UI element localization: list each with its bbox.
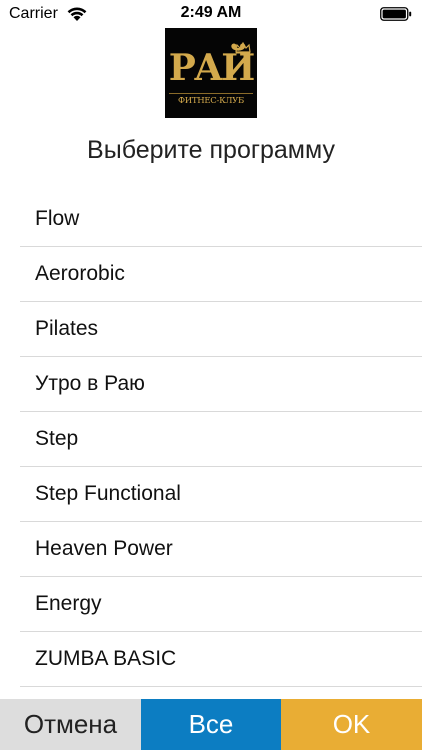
program-item-morning-in-paradise[interactable]: Утро в Раю [20, 357, 422, 412]
program-item-flow[interactable]: Flow [20, 192, 422, 247]
logo-word: РАЙ [168, 47, 255, 89]
program-item-aerorobic[interactable]: Aerorobic [20, 247, 422, 302]
program-item-heaven-power[interactable]: Heaven Power [20, 522, 422, 577]
logo-divider [169, 93, 253, 94]
bottom-action-bar: Отмена Все OK [0, 699, 422, 750]
all-button[interactable]: Все [141, 699, 281, 750]
status-time: 2:49 AM [180, 4, 242, 21]
program-item-step-functional[interactable]: Step Functional [20, 467, 422, 522]
club-logo: РАЙ ФИТНЕС-КЛУБ [165, 28, 257, 118]
program-item-energy[interactable]: Energy [20, 577, 422, 632]
program-list: Flow Aerorobic Pilates Утро в Раю Step S… [20, 192, 422, 687]
status-bar: Carrier 2:49 AM [0, 0, 422, 28]
ok-button[interactable]: OK [281, 699, 422, 750]
cancel-button[interactable]: Отмена [0, 699, 141, 750]
program-item-step[interactable]: Step [20, 412, 422, 467]
logo-subtitle: ФИТНЕС-КЛУБ [178, 96, 244, 106]
program-item-pilates[interactable]: Pilates [20, 302, 422, 357]
battery-icon [380, 7, 412, 21]
page-title: Выберите программу [87, 136, 335, 164]
program-item-zumba-basic[interactable]: ZUMBA BASIC [20, 632, 422, 687]
